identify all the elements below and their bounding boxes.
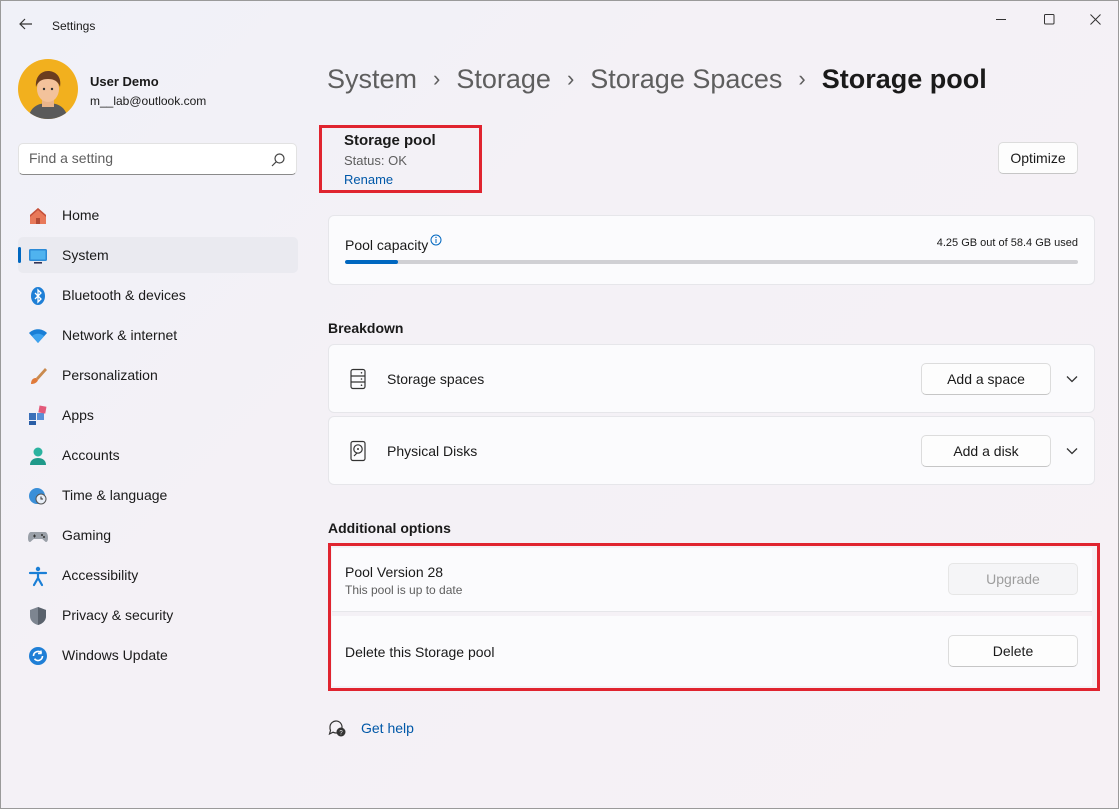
breadcrumb-storage-spaces[interactable]: Storage Spaces <box>590 64 782 95</box>
close-icon <box>1089 13 1101 25</box>
hard-disk-icon <box>347 440 369 462</box>
sidebar-item-label: Gaming <box>62 527 112 543</box>
avatar <box>18 59 78 119</box>
update-icon <box>27 645 49 667</box>
sidebar-item-label: Time & language <box>62 487 168 503</box>
breadcrumb-system[interactable]: System <box>327 64 417 95</box>
highlight-box <box>328 543 1100 691</box>
chevron-down-icon[interactable] <box>1064 371 1080 387</box>
capacity-label: Pool capacity <box>345 237 429 253</box>
sidebar-item-label: Apps <box>62 407 94 423</box>
pool-capacity-card: Pool capacity 4.25 GB out of 58.4 GB use… <box>328 215 1095 285</box>
storage-spaces-label: Storage spaces <box>387 371 485 387</box>
paintbrush-icon <box>27 365 49 387</box>
sidebar-item-privacy[interactable]: Privacy & security <box>18 597 298 633</box>
app-title: Settings <box>52 19 96 33</box>
breadcrumb-chevron-icon: › <box>566 66 575 91</box>
user-profile[interactable]: User Demo m__lab@outlook.com <box>18 59 298 121</box>
back-button[interactable] <box>13 11 39 37</box>
breadcrumb-chevron-icon: › <box>798 66 806 91</box>
sidebar-item-label: Bluetooth & devices <box>62 287 186 303</box>
physical-disks-row[interactable]: Physical Disks Add a disk <box>328 416 1095 485</box>
sidebar-item-personalization[interactable]: Personalization <box>18 357 298 393</box>
capacity-progress-bar <box>345 260 1078 264</box>
minimize-button[interactable] <box>978 5 1024 33</box>
system-monitor-icon <box>27 245 49 267</box>
additional-options-heading: Additional options <box>328 520 451 536</box>
sidebar-item-home[interactable]: Home <box>18 197 298 233</box>
add-disk-button[interactable]: Add a disk <box>921 435 1051 467</box>
storage-spaces-row[interactable]: Storage spaces Add a space <box>328 344 1095 413</box>
sidebar-item-label: Network & internet <box>62 327 178 343</box>
breadcrumb-storage[interactable]: Storage <box>456 64 551 95</box>
optimize-button[interactable]: Optimize <box>998 142 1078 174</box>
search-icon[interactable] <box>270 152 286 168</box>
sidebar-item-label: Windows Update <box>62 647 168 663</box>
wifi-icon <box>27 325 49 347</box>
accessibility-icon <box>27 565 49 587</box>
back-arrow-icon <box>19 18 32 30</box>
search-input[interactable] <box>29 150 259 166</box>
sidebar-item-label: Accounts <box>62 447 120 463</box>
sidebar-nav: Home System Bluetooth & devices Network … <box>18 197 298 677</box>
sidebar-item-label: Home <box>62 207 100 223</box>
sidebar-item-windows-update[interactable]: Windows Update <box>18 637 298 673</box>
user-email: m__lab@outlook.com <box>90 94 207 108</box>
capacity-used-text: 4.25 GB out of 58.4 GB used <box>936 237 1078 249</box>
maximize-icon <box>1043 13 1054 24</box>
sidebar-item-time-language[interactable]: Time & language <box>18 477 298 513</box>
sidebar-item-label: Accessibility <box>62 567 139 583</box>
capacity-progress-fill <box>345 260 399 264</box>
person-icon <box>27 445 49 467</box>
apps-icon <box>27 405 49 427</box>
sidebar-item-label: Privacy & security <box>62 607 174 623</box>
chevron-down-icon[interactable] <box>1064 443 1080 459</box>
sidebar-item-bluetooth[interactable]: Bluetooth & devices <box>18 277 298 313</box>
sidebar-item-accounts[interactable]: Accounts <box>18 437 298 473</box>
bluetooth-icon <box>27 285 49 307</box>
sidebar-item-accessibility[interactable]: Accessibility <box>18 557 298 593</box>
breadcrumb: System › Storage › Storage Spaces › Stor… <box>327 59 987 99</box>
breakdown-heading: Breakdown <box>328 320 404 336</box>
page-title: Storage pool <box>821 63 987 94</box>
add-space-button[interactable]: Add a space <box>921 363 1051 395</box>
gamepad-icon <box>27 525 49 547</box>
minimize-icon <box>995 18 1006 20</box>
help-icon: ? <box>328 720 346 737</box>
home-icon <box>27 205 49 227</box>
user-name: User Demo <box>90 74 159 89</box>
info-icon[interactable] <box>430 234 442 246</box>
sidebar-item-gaming[interactable]: Gaming <box>18 517 298 553</box>
get-help-link[interactable]: Get help <box>361 720 414 736</box>
breadcrumb-chevron-icon: › <box>433 66 441 91</box>
maximize-button[interactable] <box>1026 5 1072 33</box>
storage-spaces-icon <box>347 368 369 390</box>
title-bar: Settings <box>1 1 1119 49</box>
shield-icon <box>27 605 49 627</box>
sidebar-item-label: System <box>62 247 109 263</box>
search-box[interactable] <box>18 143 297 175</box>
physical-disks-label: Physical Disks <box>387 443 478 459</box>
sidebar-item-apps[interactable]: Apps <box>18 397 298 433</box>
globe-clock-icon <box>27 485 49 507</box>
highlight-box <box>319 125 482 193</box>
sidebar-item-system[interactable]: System <box>18 237 298 273</box>
close-button[interactable] <box>1072 5 1118 33</box>
sidebar-item-label: Personalization <box>62 367 158 383</box>
sidebar-item-network[interactable]: Network & internet <box>18 317 298 353</box>
